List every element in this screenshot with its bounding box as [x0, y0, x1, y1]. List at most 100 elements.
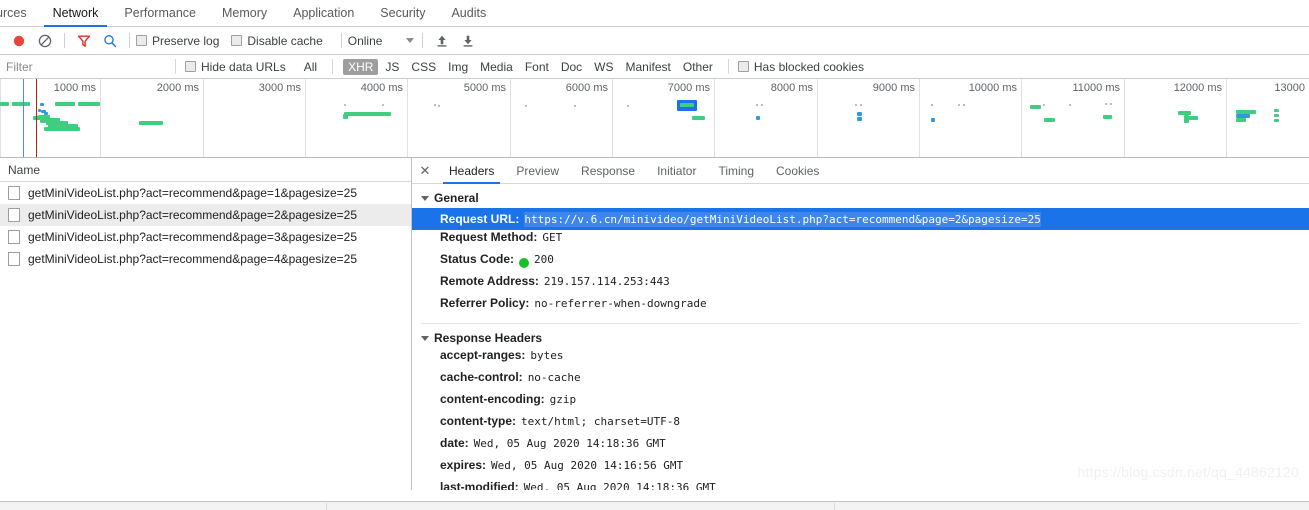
status-bar [0, 501, 1309, 510]
throttling-select[interactable]: Online [348, 34, 417, 48]
detail-tabs: ✕ Headers Preview Response Initiator Tim… [412, 158, 1309, 184]
document-icon [8, 230, 20, 244]
filter-type-img[interactable]: Img [443, 59, 473, 75]
header-row-content-type: content-type: text/html; charset=UTF-8 [412, 414, 1309, 436]
filter-type-other[interactable]: Other [678, 59, 718, 75]
request-name: getMiniVideoList.php?act=recommend&page=… [28, 230, 358, 244]
overview-request-bar [1274, 109, 1279, 112]
header-value: gzip [549, 393, 577, 406]
overview-request-dot [860, 104, 862, 106]
overview-request-bar [680, 103, 694, 107]
overview-request-dot [627, 105, 629, 107]
tab-initiator[interactable]: Initiator [646, 158, 707, 183]
checkbox-box [231, 35, 243, 46]
clear-button[interactable] [32, 28, 58, 54]
header-value: no-referrer-when-downgrade [534, 297, 707, 310]
chevron-down-icon [406, 38, 415, 43]
request-name: getMiniVideoList.php?act=recommend&page=… [28, 208, 358, 222]
overview-request-bar [1274, 119, 1279, 122]
has-blocked-cookies-checkbox[interactable]: Has blocked cookies [737, 59, 864, 74]
import-har-button[interactable] [429, 28, 455, 54]
headers-content: General Request URL: https://v.6.cn/mini… [412, 184, 1309, 490]
header-key: content-encoding: [440, 392, 545, 406]
tab-preview[interactable]: Preview [505, 158, 570, 183]
overview-tick-label: 13000 [1274, 82, 1305, 94]
header-row-accept-ranges: accept-ranges: bytes [412, 348, 1309, 370]
filter-type-all[interactable]: All [299, 59, 322, 75]
overview-tick-label: 1000 ms [53, 82, 96, 94]
table-row[interactable]: getMiniVideoList.php?act=recommend&page=… [0, 248, 411, 270]
header-row-expires: expires: Wed, 05 Aug 2020 14:16:56 GMT [412, 458, 1309, 480]
overview-request-bar [44, 112, 48, 115]
has-blocked-cookies-label: Has blocked cookies [753, 59, 864, 74]
table-row[interactable]: getMiniVideoList.php?act=recommend&page=… [0, 204, 411, 226]
search-button[interactable] [97, 28, 123, 54]
preserve-log-label: Preserve log [152, 33, 220, 48]
filter-type-xhr[interactable]: XHR [343, 58, 379, 75]
disable-cache-checkbox[interactable]: Disable cache [231, 34, 323, 48]
tab-application[interactable]: Application [280, 0, 367, 26]
overview-request-bar [1274, 114, 1279, 117]
export-har-button[interactable] [455, 28, 481, 54]
close-detail-button[interactable]: ✕ [412, 158, 438, 183]
triangle-down-icon [421, 195, 429, 201]
header-key: Status Code: [440, 252, 515, 266]
overview-request-bar [55, 102, 75, 106]
table-row[interactable]: getMiniVideoList.php?act=recommend&page=… [0, 226, 411, 248]
tab-cookies[interactable]: Cookies [765, 158, 830, 183]
overview-request-dot [963, 104, 965, 106]
overview-request-bar [40, 103, 44, 106]
filter-type-media[interactable]: Media [475, 59, 518, 75]
general-section-header[interactable]: General [412, 188, 1309, 208]
tab-timing[interactable]: Timing [707, 158, 765, 183]
network-overview-timeline[interactable]: 1000 ms 2000 ms 3000 ms 4000 ms 5000 ms … [0, 79, 1309, 158]
tab-response[interactable]: Response [570, 158, 646, 183]
header-key: Request Method: [440, 230, 538, 244]
overview-request-bar [1188, 116, 1198, 120]
overview-request-bar [40, 119, 46, 123]
domcontentloaded-marker [23, 79, 24, 157]
filter-input[interactable] [0, 55, 166, 78]
preserve-log-checkbox[interactable]: Preserve log [136, 34, 219, 48]
overview-request-dot [525, 105, 527, 107]
overview-tick-label: 3000 ms [258, 82, 301, 94]
header-value: GET [542, 231, 563, 244]
overview-request-bar [857, 112, 862, 116]
filter-type-font[interactable]: Font [520, 59, 554, 75]
overview-request-bar [1044, 118, 1055, 122]
tab-headers[interactable]: Headers [438, 158, 505, 184]
filter-type-manifest[interactable]: Manifest [621, 59, 676, 75]
overview-tick-label: 12000 ms [1173, 82, 1222, 94]
filter-type-doc[interactable]: Doc [556, 59, 587, 75]
filter-type-ws[interactable]: WS [589, 59, 618, 75]
record-button[interactable] [6, 28, 32, 54]
tab-performance[interactable]: Performance [111, 0, 209, 26]
tab-audits[interactable]: Audits [438, 0, 499, 26]
triangle-down-icon [421, 335, 429, 341]
hide-data-urls-checkbox[interactable]: Hide data URLs [185, 60, 286, 74]
tab-sources[interactable]: urces [0, 0, 40, 26]
overview-tick-label: 5000 ms [463, 82, 506, 94]
overview-request-bar [756, 116, 760, 120]
response-headers-section-header[interactable]: Response Headers [412, 328, 1309, 348]
request-name: getMiniVideoList.php?act=recommend&page=… [28, 252, 358, 266]
tab-network[interactable]: Network [40, 0, 112, 27]
header-row-request-url[interactable]: Request URL: https://v.6.cn/minivideo/ge… [412, 208, 1309, 230]
tab-memory[interactable]: Memory [209, 0, 280, 26]
network-filter-bar: Hide data URLs All XHR JS CSS Img Media … [0, 55, 1309, 79]
header-row-content-encoding: content-encoding: gzip [412, 392, 1309, 414]
filterbar-divider-1 [175, 59, 176, 74]
table-row[interactable]: getMiniVideoList.php?act=recommend&page=… [0, 182, 411, 204]
overview-request-bar [343, 114, 348, 119]
filter-type-css[interactable]: CSS [406, 59, 441, 75]
network-toolbar: Preserve log Disable cache Online [0, 27, 1309, 55]
filterbar-divider-2 [332, 59, 334, 74]
section-divider [421, 323, 1300, 324]
overview-request-dot [382, 104, 384, 106]
overview-request-bar [344, 112, 391, 116]
header-key: date: [440, 436, 469, 450]
filter-type-js[interactable]: JS [380, 59, 404, 75]
tab-security[interactable]: Security [367, 0, 438, 26]
header-value: no-cache [527, 371, 581, 384]
filter-button[interactable] [71, 28, 97, 54]
